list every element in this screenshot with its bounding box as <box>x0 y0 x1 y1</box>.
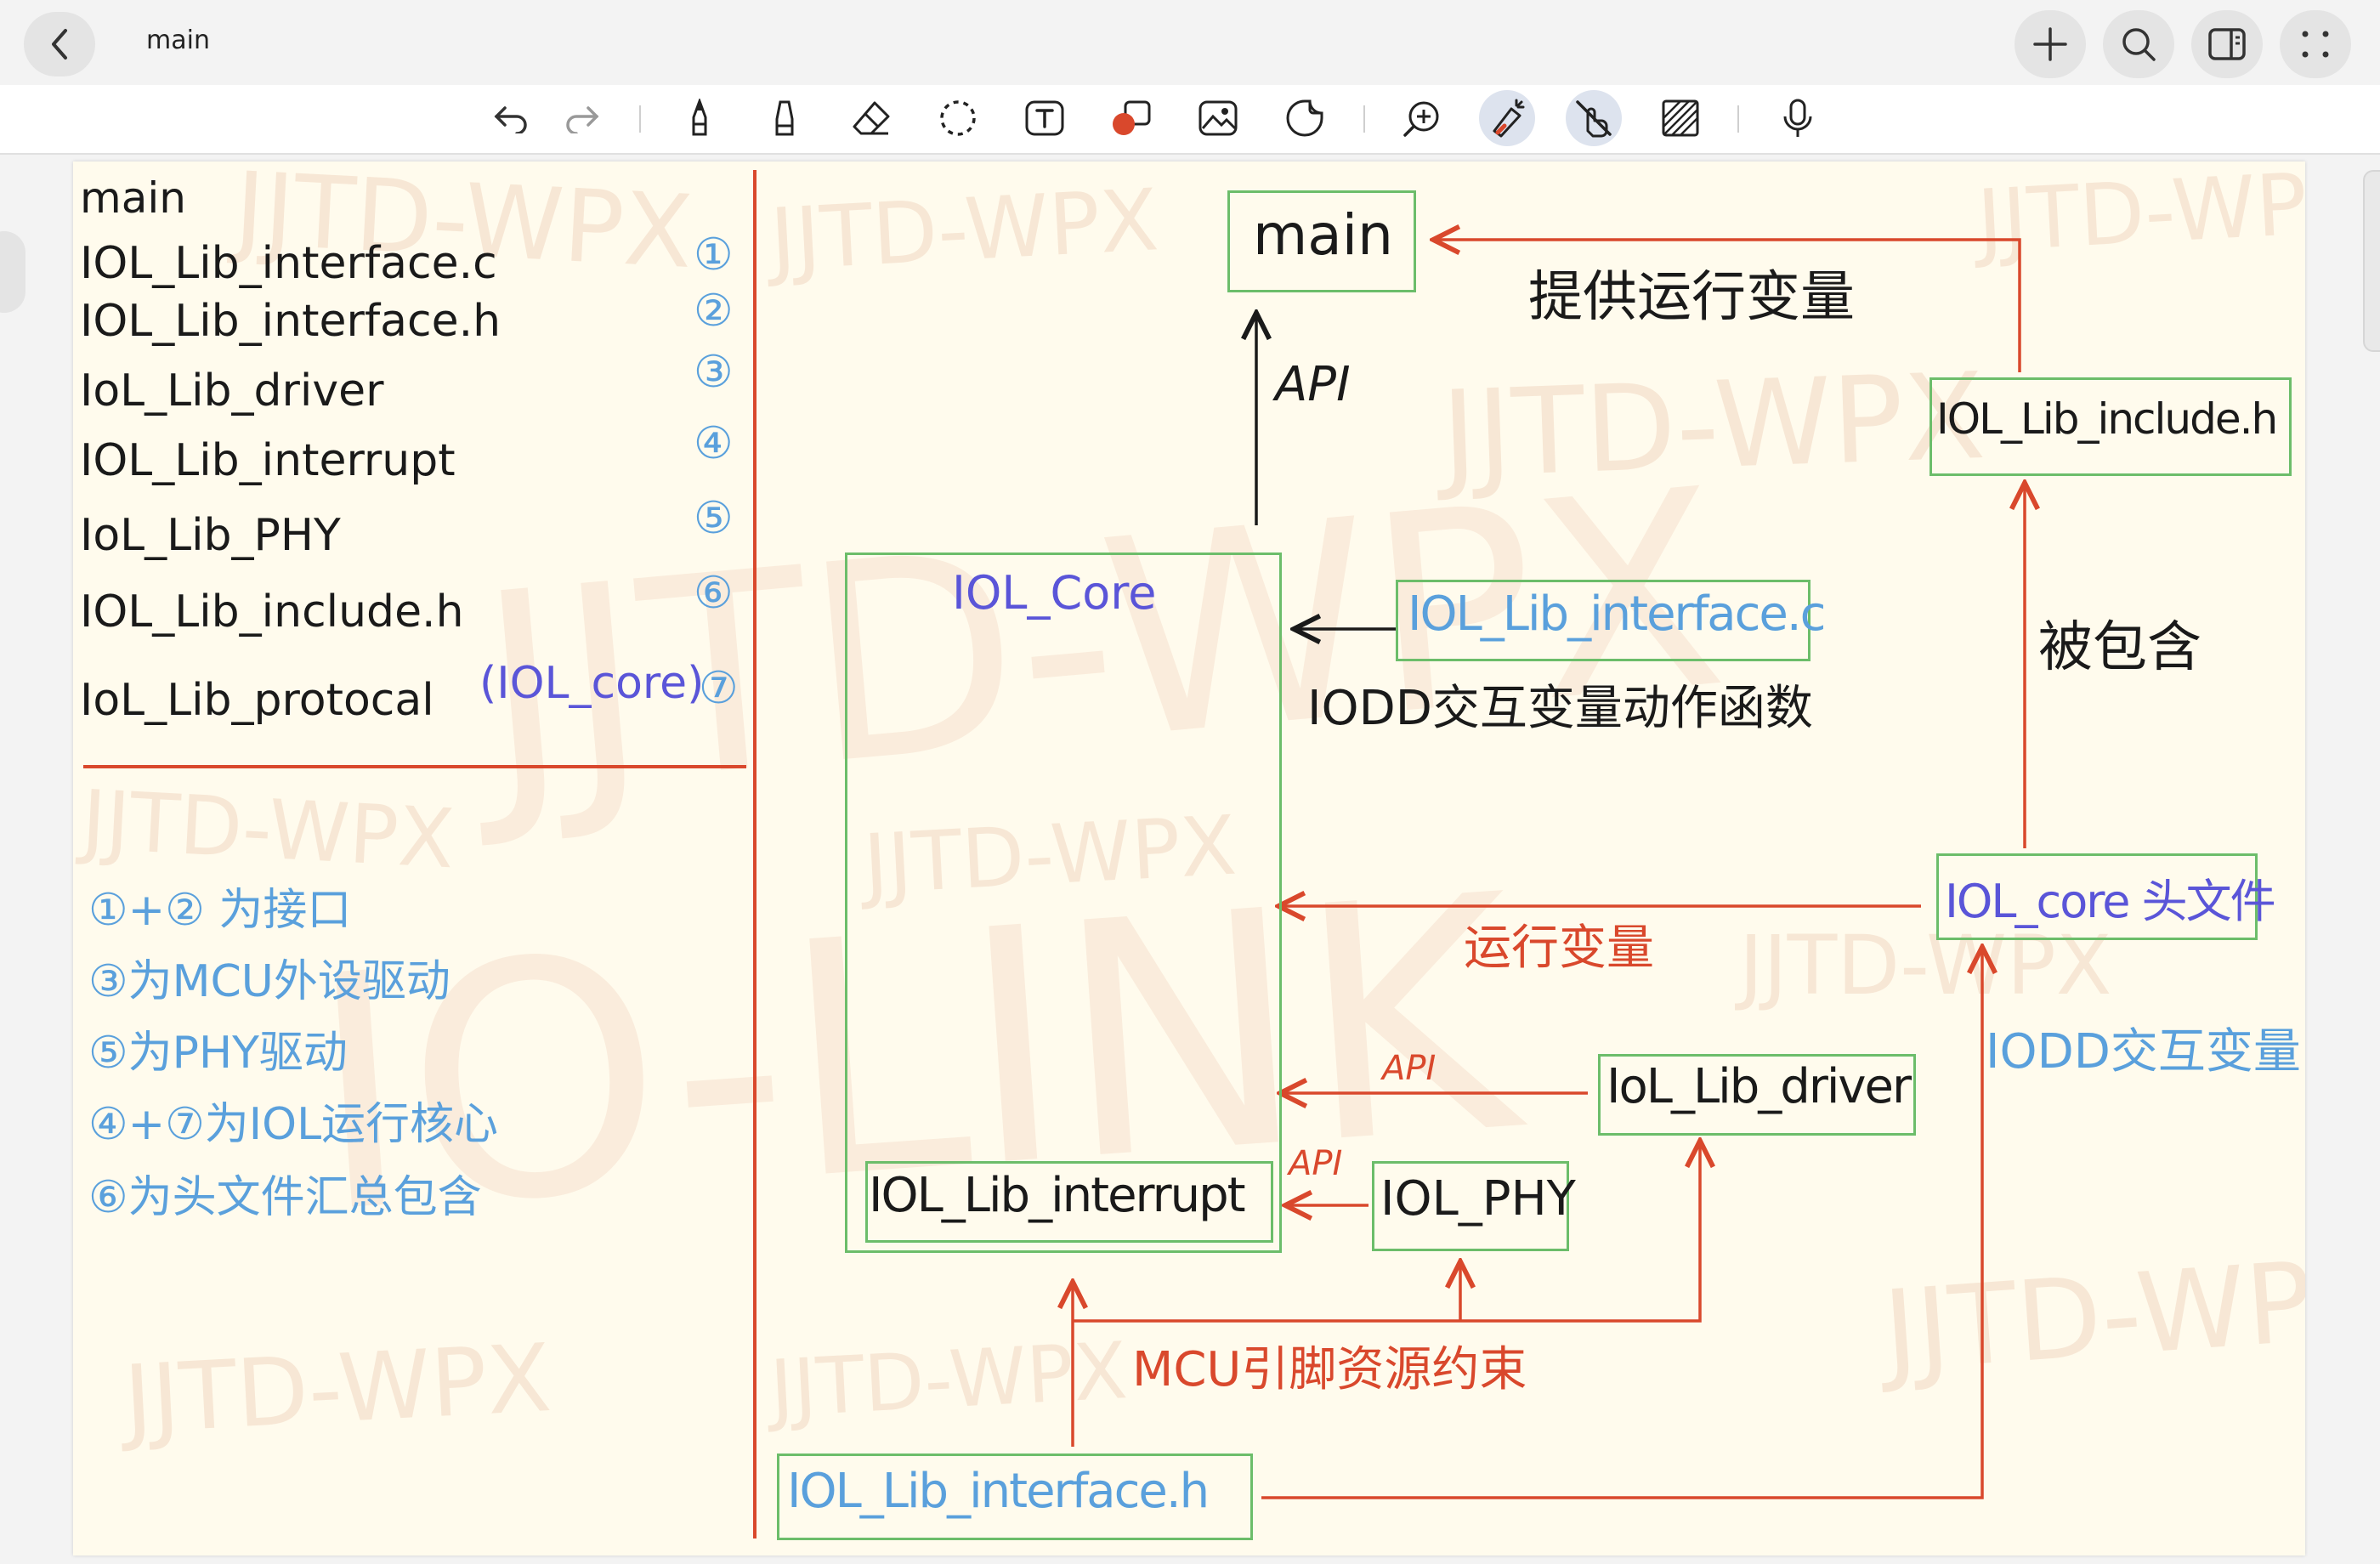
eraser-tool[interactable] <box>843 90 899 146</box>
microphone-button[interactable] <box>1770 90 1826 146</box>
shapes-icon <box>1113 100 1151 135</box>
sidebar-toggle-button[interactable] <box>2191 10 2263 78</box>
toolbar-divider <box>1363 105 1365 133</box>
file-list-item: IOL_Lib_interface.c <box>80 238 497 289</box>
file-number: ④ <box>694 418 734 469</box>
highlighter-icon <box>775 100 794 136</box>
file-number: ① <box>694 230 734 280</box>
ruler-hatch-icon <box>1662 99 1699 137</box>
note-line: ④+⑦为IOL运行核心 <box>88 1099 499 1150</box>
document-title: main <box>146 26 210 55</box>
run-vars-label: 运行变量 <box>1464 921 1654 976</box>
shapes-tool[interactable] <box>1103 90 1159 146</box>
text-icon <box>1025 100 1064 136</box>
sidebar-icon <box>2208 28 2246 60</box>
api-driver-label: API <box>1382 1049 1436 1088</box>
redo-icon <box>566 106 599 133</box>
phy-label: IOL_PHY <box>1380 1171 1576 1227</box>
text-tool[interactable] <box>1017 90 1073 146</box>
file-number: ⑦ <box>699 663 739 714</box>
add-page-button[interactable] <box>2014 10 2086 78</box>
file-list-item: main <box>80 173 186 223</box>
zoom-icon <box>1403 101 1439 137</box>
file-list-item: IoL_Lib_driver <box>80 366 384 416</box>
note-line: ①+② 为接口 <box>88 885 352 936</box>
plus-icon <box>2033 27 2067 61</box>
interrupt-label: IOL_Lib_interrupt <box>869 1168 1246 1223</box>
zoom-tool[interactable] <box>1394 90 1450 146</box>
main-box-label: main <box>1253 202 1393 268</box>
ruler-tool[interactable] <box>1652 90 1708 146</box>
pen-tool[interactable] <box>672 90 728 146</box>
grid-dots-icon <box>2302 31 2329 58</box>
pen-icon <box>692 99 707 136</box>
api-phy-label: API <box>1289 1144 1343 1183</box>
file-number: ② <box>694 286 734 337</box>
file-list-item: IoL_Lib_protocal <box>80 675 434 726</box>
back-button[interactable] <box>24 12 95 76</box>
undo-icon <box>494 106 527 133</box>
toolbar-divider <box>639 105 641 133</box>
driver-label: IoL_Lib_driver <box>1606 1059 1912 1114</box>
laser-pointer-tool[interactable] <box>1479 90 1535 146</box>
mcu-constraint-label: MCU引脚资源约束 <box>1132 1342 1527 1397</box>
microphone-icon <box>1783 99 1812 137</box>
undo-button[interactable] <box>483 90 539 146</box>
top-bar: main <box>0 0 2380 85</box>
redo-button[interactable] <box>554 90 610 146</box>
file-list-item: IoL_Lib_PHY <box>80 510 341 561</box>
lasso-tool[interactable] <box>930 90 986 146</box>
interface-c-label: IOL_Lib_interface.c <box>1408 586 1826 642</box>
note-line: ③为MCU外设驱动 <box>88 956 450 1007</box>
interface-h-label: IOL_Lib_interface.h <box>787 1464 1210 1519</box>
iodd-funcs-label: IODD交互变量动作函数 <box>1307 681 1813 736</box>
search-icon <box>2122 28 2156 61</box>
iodd-vars-label: IODD交互变量 <box>1986 1024 2301 1080</box>
file-list-item: IOL_Lib_interrupt <box>80 435 456 486</box>
image-tool[interactable] <box>1190 90 1246 146</box>
eraser-icon <box>853 101 890 135</box>
touch-draw-toggle[interactable] <box>1566 90 1622 146</box>
note-page[interactable]: JJTD-WPX JJTD-WPX JJTD-WPX JJTD-WPX JJTD… <box>73 162 2305 1556</box>
image-icon <box>1198 100 1238 136</box>
provide-vars-label: 提供运行变量 <box>1528 266 1855 329</box>
side-panel-handle[interactable] <box>2363 170 2380 352</box>
highlighter-tool[interactable] <box>756 90 813 146</box>
api-label: API <box>1275 357 1351 412</box>
iol-core-label: IOL_Core <box>952 566 1157 620</box>
file-number: ⑤ <box>694 493 734 544</box>
collaborator-avatar[interactable] <box>0 231 26 313</box>
toolbar-divider <box>1737 105 1739 133</box>
more-button[interactable] <box>2280 10 2351 78</box>
file-list-item: IOL_Lib_interface.h <box>80 296 502 347</box>
sticker-icon <box>1286 99 1323 137</box>
include-h-label: IOL_Lib_include.h <box>1936 394 2278 444</box>
file-number: ⑥ <box>694 568 734 619</box>
file-list-suffix: (IOL_core) <box>479 658 705 709</box>
search-button[interactable] <box>2103 10 2174 78</box>
iol-core-box <box>845 552 1282 1253</box>
core-header-label: IOL_core 头文件 <box>1945 875 2276 928</box>
touch-draw-icon <box>1576 100 1612 138</box>
note-line: ⑥为头文件汇总包含 <box>88 1172 482 1223</box>
lasso-icon <box>940 100 976 136</box>
included-label: 被包含 <box>2038 616 2202 679</box>
laser-pointer-icon <box>1493 99 1525 138</box>
file-number: ③ <box>694 347 734 398</box>
drawing-toolbar <box>0 85 2380 155</box>
file-list-item: IOL_Lib_include.h <box>80 586 464 638</box>
sticker-tool[interactable] <box>1277 90 1333 146</box>
chevron-left-icon <box>52 29 67 60</box>
note-line: ⑤为PHY驱动 <box>88 1028 348 1079</box>
